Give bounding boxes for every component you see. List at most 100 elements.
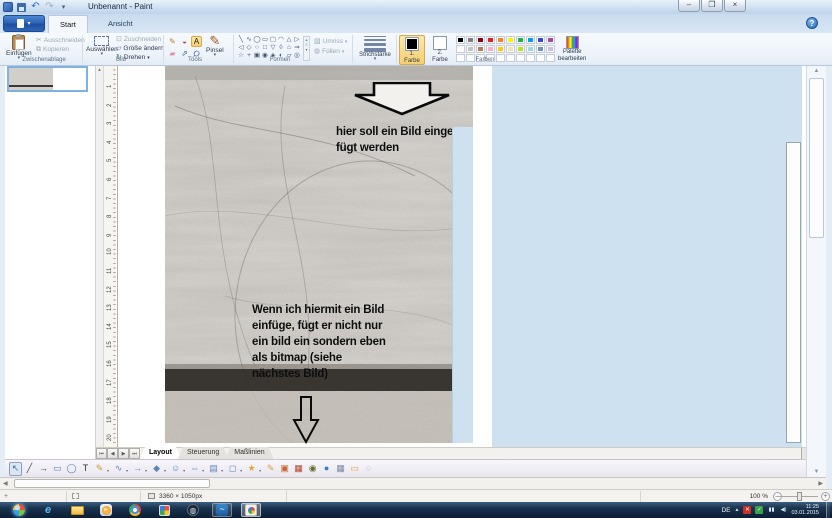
brush-button[interactable]: ✎ Pinsel ▾ <box>206 35 224 57</box>
wmp-icon[interactable]: ▸ <box>96 503 116 517</box>
select-button[interactable]: Auswählen ▾ <box>86 36 118 56</box>
basic-shapes-icon[interactable]: ◆ <box>150 462 163 476</box>
palette-color[interactable] <box>496 45 505 53</box>
ie-icon[interactable]: e <box>38 503 58 517</box>
cut-button[interactable]: ✂ Ausschneiden <box>36 37 85 44</box>
shape-icon[interactable]: ◯ <box>253 36 261 44</box>
layer-tab-maßlinien[interactable]: Maßlinien <box>225 447 273 459</box>
palette-color[interactable] <box>516 54 525 62</box>
color1-button[interactable]: 1. Farbe <box>399 35 425 65</box>
show-desktop-button[interactable] <box>826 502 830 518</box>
grid-icon[interactable]: ▦ <box>334 462 347 476</box>
openoffice-icon[interactable]: ~ <box>212 503 232 517</box>
palette-color[interactable] <box>466 45 475 53</box>
palette-color[interactable] <box>506 36 515 44</box>
network-icon[interactable]: ▮▮ <box>767 506 775 514</box>
minimize-button[interactable]: – <box>678 0 700 12</box>
antivirus-icon[interactable]: ✓ <box>755 506 763 514</box>
stars-icon[interactable]: ★ <box>245 462 258 476</box>
clock[interactable]: 11:25 03.01.2015 <box>791 504 822 516</box>
scroll-up-icon[interactable]: ▲ <box>807 68 826 74</box>
callouts-icon[interactable]: ◻ <box>226 462 239 476</box>
outline-button[interactable]: ▨ Umriss▾ <box>314 38 347 45</box>
edit-points-icon[interactable]: ✎ <box>264 462 277 476</box>
edit-palette-button[interactable]: Palette bearbeiten <box>558 36 586 62</box>
tab-nav-button[interactable]: ⏮ <box>96 448 107 459</box>
connector-tool-icon[interactable]: ∿ <box>112 462 125 476</box>
palette-color[interactable] <box>516 36 525 44</box>
maximize-button[interactable]: ❐ <box>701 0 723 12</box>
explorer-icon[interactable] <box>67 503 87 517</box>
shape-icon[interactable]: △ <box>285 36 293 44</box>
shape-icon[interactable]: ⌂ <box>285 44 293 52</box>
shape-icon[interactable]: □ <box>261 44 269 52</box>
dropdown-icon[interactable]: ▾ <box>164 468 166 473</box>
shape-icon[interactable]: ▢ <box>269 36 277 44</box>
palette-color[interactable] <box>476 36 485 44</box>
palette-color[interactable] <box>526 45 535 53</box>
undo-icon[interactable]: ↶ <box>30 2 41 13</box>
layer-tab-steuerung[interactable]: Steuerung <box>178 447 228 459</box>
file-menu-button[interactable]: ▾ <box>3 15 45 32</box>
select-tool-icon[interactable]: ↖ <box>9 462 22 476</box>
flowchart-icon[interactable]: ▤ <box>207 462 220 476</box>
fill-icon[interactable]: ◒ <box>179 36 190 47</box>
close-button[interactable]: × <box>724 0 746 12</box>
dropdown-icon[interactable]: ▾ <box>221 468 223 473</box>
zoom-slider-thumb[interactable] <box>797 492 802 501</box>
palette-color[interactable] <box>546 45 555 53</box>
camera-icon[interactable]: ◉ <box>306 462 319 476</box>
zoom-in-icon[interactable]: + <box>821 492 830 501</box>
paint-icon[interactable] <box>241 503 261 517</box>
scroll-down-icon[interactable]: ▼ <box>807 469 826 475</box>
chrome-icon[interactable] <box>125 503 145 517</box>
symbol-shapes-icon[interactable]: ☺ <box>169 462 182 476</box>
tab-start[interactable]: Start <box>48 15 88 33</box>
block-arrows-icon[interactable]: ⇔ <box>188 462 201 476</box>
shape-icon[interactable]: ◁ <box>237 44 245 52</box>
curve-tool-icon[interactable]: ✎ <box>93 462 106 476</box>
palette-color[interactable] <box>486 36 495 44</box>
palette-color[interactable] <box>546 54 555 62</box>
vertical-scroll-thumb[interactable] <box>809 78 824 238</box>
tab-nav-button[interactable]: ▶ <box>118 448 129 459</box>
shape-icon[interactable]: ∿ <box>245 36 253 44</box>
lines-arrows-icon[interactable]: → <box>131 462 144 476</box>
vertical-scrollbar[interactable]: ▲ ▼ <box>806 66 826 477</box>
shape-icon[interactable]: ▷ <box>293 36 301 44</box>
crop-button[interactable]: ⊡ Zuschneiden <box>116 36 161 43</box>
shape-icon[interactable]: ◇ <box>245 44 253 52</box>
grid-app-icon[interactable] <box>154 503 174 517</box>
sphere-icon[interactable]: ● <box>320 462 333 476</box>
shape-icon[interactable]: ⇒ <box>293 44 301 52</box>
draw-page-thumbnail[interactable] <box>7 66 88 92</box>
palette-color[interactable] <box>486 45 495 53</box>
dark-app-icon[interactable]: ◍ <box>183 503 203 517</box>
shape-icon[interactable]: ◊ <box>277 44 285 52</box>
resize-button[interactable]: ▱ Größe ändern <box>116 45 164 52</box>
action-center-icon[interactable]: ✕ <box>743 506 751 514</box>
tab-nav-button[interactable]: ◀ <box>107 448 118 459</box>
dropdown-icon[interactable]: ▾ <box>183 468 185 473</box>
text-tool-icon[interactable]: A <box>191 36 202 47</box>
pencil-icon[interactable]: ✎ <box>167 36 178 47</box>
tab-nav-button[interactable]: ⏭ <box>129 448 140 459</box>
horizontal-scrollbar[interactable]: ◀ ▶ <box>0 477 826 489</box>
fill-shape-button[interactable]: ◍ Füllen▾ <box>314 48 344 55</box>
ellipse-tool-icon[interactable]: ◯ <box>65 462 78 476</box>
qat-dropdown-icon[interactable]: ▾ <box>58 2 69 13</box>
palette-color[interactable] <box>476 45 485 53</box>
start-orb[interactable] <box>9 503 29 517</box>
dropdown-icon[interactable]: ▾ <box>107 468 109 473</box>
speaker-icon[interactable]: ◀) <box>779 506 787 514</box>
faded-tool-icon[interactable]: ○ <box>362 462 375 476</box>
arrow-tool-icon[interactable]: → <box>37 462 50 476</box>
palette-color[interactable] <box>516 45 525 53</box>
help-icon[interactable]: ? <box>806 17 818 29</box>
shape-icon[interactable]: ☆ <box>237 52 245 60</box>
text-tool-icon[interactable]: T <box>79 462 92 476</box>
shape-icon[interactable]: ◠ <box>277 36 285 44</box>
palette-color[interactable] <box>506 45 515 53</box>
palette-color[interactable] <box>496 36 505 44</box>
stroke-width-button[interactable]: Strichstärke ▾ <box>356 36 394 61</box>
